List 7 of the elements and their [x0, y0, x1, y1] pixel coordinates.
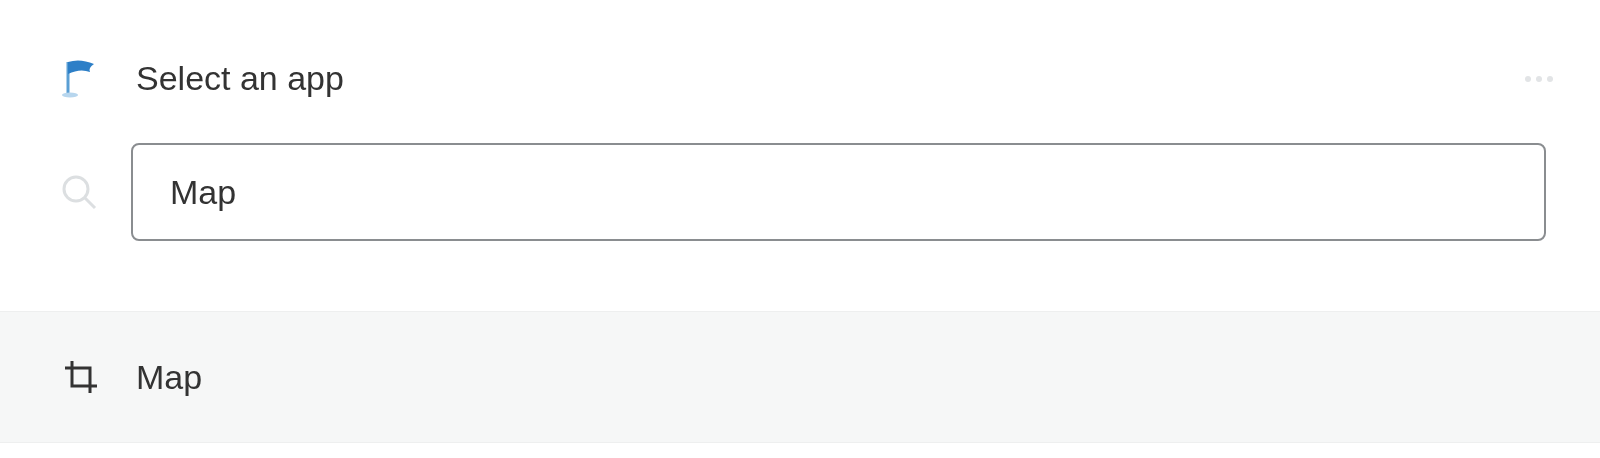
- search-icon: [60, 173, 98, 211]
- result-item[interactable]: Map: [0, 311, 1600, 443]
- more-icon: [1524, 74, 1554, 83]
- search-field[interactable]: Map: [131, 143, 1546, 241]
- result-label: Map: [136, 357, 203, 397]
- header-title: Select an app: [136, 58, 344, 98]
- crop-icon: [62, 358, 100, 396]
